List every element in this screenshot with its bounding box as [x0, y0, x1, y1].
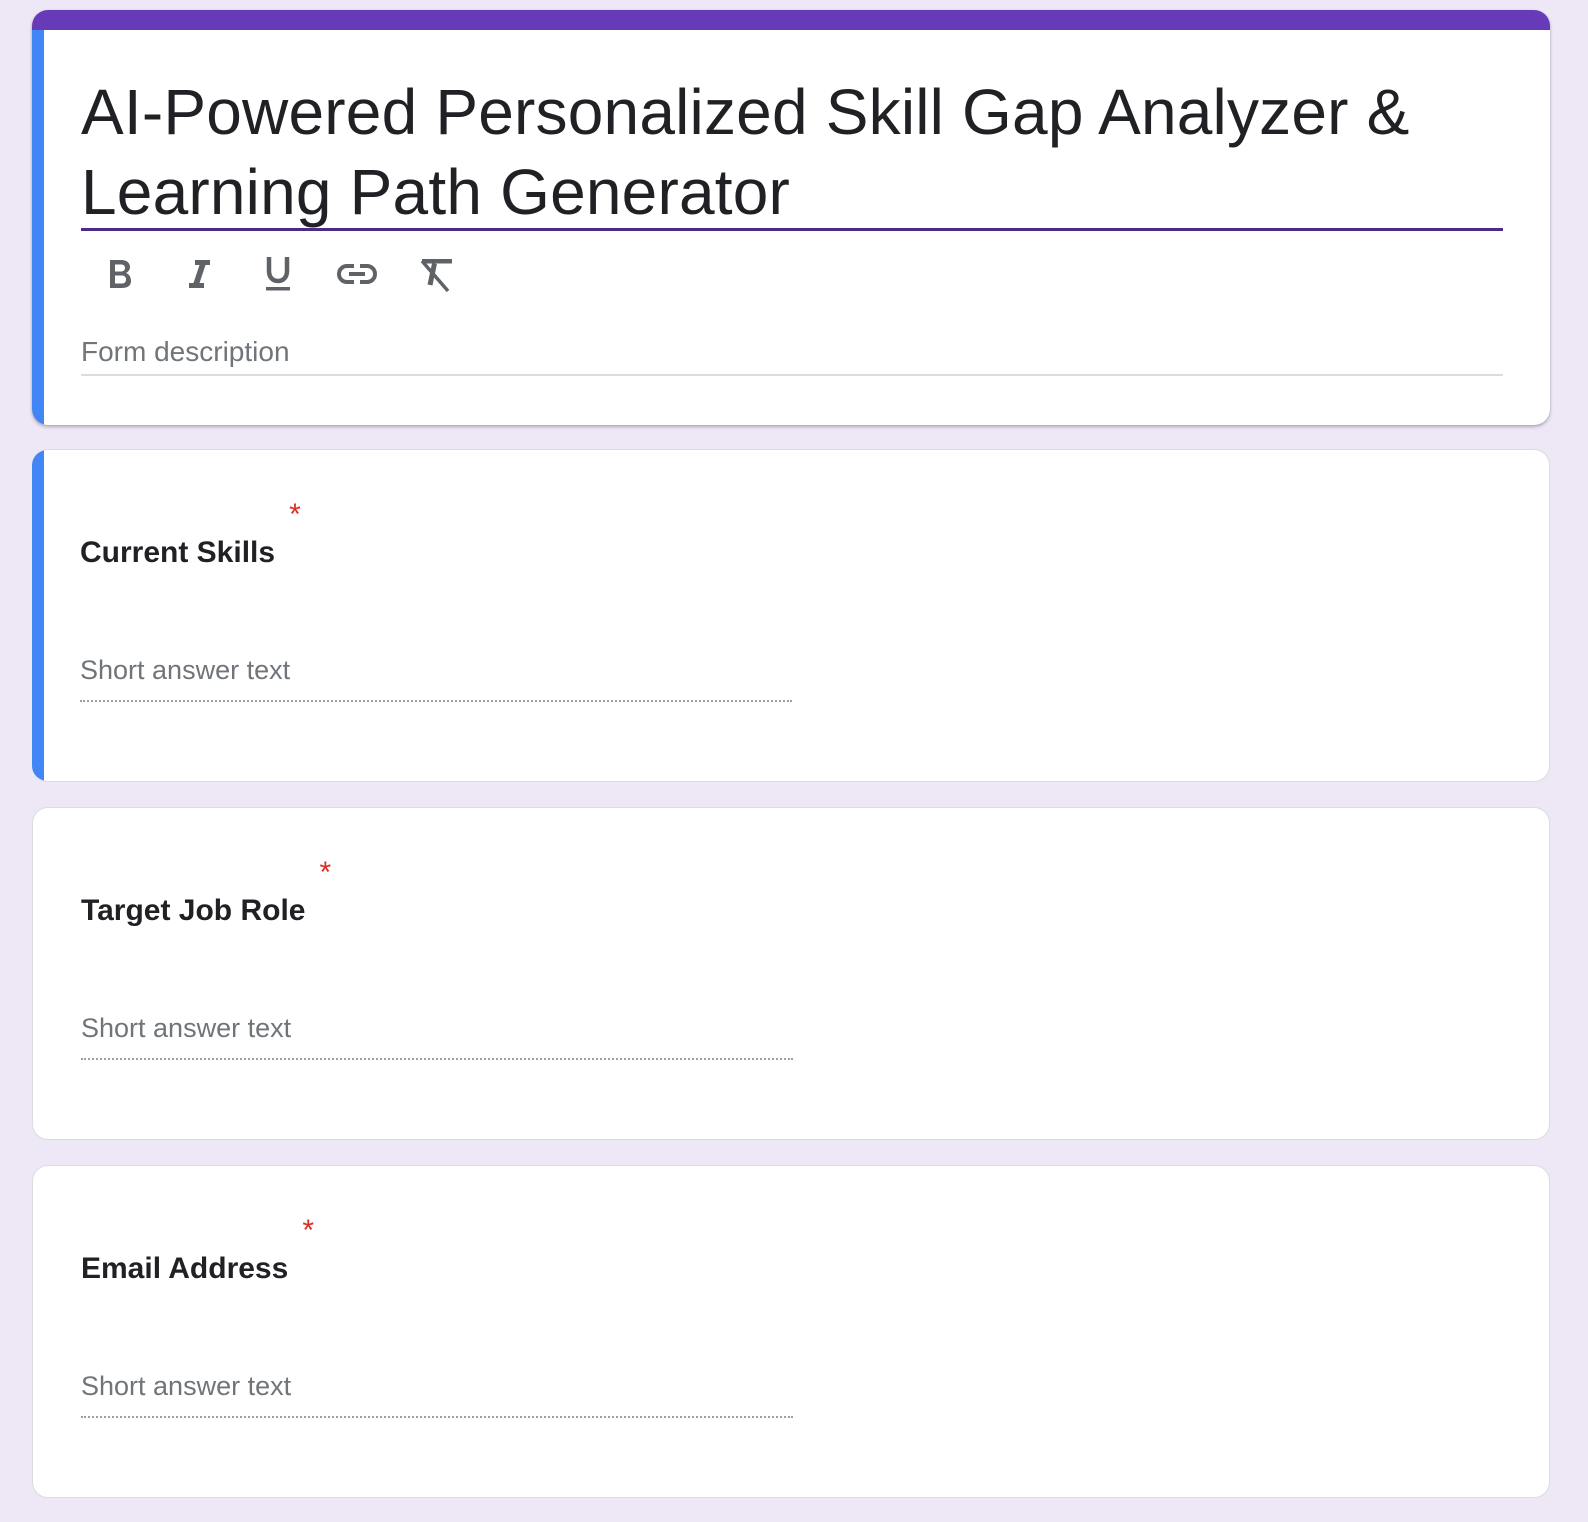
underline-icon[interactable]: [252, 248, 304, 300]
clear-formatting-icon[interactable]: [410, 248, 462, 300]
question-title[interactable]: Email Address *: [81, 1214, 314, 1288]
short-answer-placeholder: Short answer text: [81, 1371, 292, 1401]
short-answer-placeholder: Short answer text: [80, 655, 291, 685]
short-answer-underline: [80, 700, 792, 702]
question-title-text: Email Address: [81, 1252, 289, 1285]
link-icon[interactable]: [331, 248, 383, 300]
question-title[interactable]: Target Job Role *: [81, 856, 331, 930]
required-asterisk: *: [289, 498, 301, 531]
form-header-card[interactable]: AI-Powered Personalized Skill Gap Analyz…: [32, 10, 1550, 425]
required-asterisk: *: [319, 856, 332, 889]
short-answer-underline: [81, 1416, 793, 1418]
bold-icon[interactable]: [94, 248, 146, 300]
italic-icon[interactable]: [173, 248, 225, 300]
title-underline: [81, 228, 1503, 231]
short-answer-placeholder: Short answer text: [81, 1013, 292, 1043]
active-card-indicator: [32, 30, 44, 425]
required-asterisk: *: [302, 1214, 314, 1247]
question-title-text: Target Job Role: [81, 894, 306, 927]
active-card-indicator: [32, 450, 44, 781]
question-card[interactable]: Target Job Role * Short answer text: [32, 807, 1550, 1140]
short-answer-underline: [81, 1058, 793, 1060]
format-toolbar: [94, 248, 489, 300]
form-title-input[interactable]: AI-Powered Personalized Skill Gap Analyz…: [81, 72, 1503, 232]
theme-stripe: [32, 10, 1550, 30]
question-title-text: Current Skills: [80, 536, 276, 569]
question-card[interactable]: Email Address * Short answer text: [32, 1165, 1550, 1498]
form-description-input[interactable]: Form description: [81, 334, 290, 370]
question-title[interactable]: Current Skills *: [80, 498, 301, 572]
question-card[interactable]: Current Skills * Short answer text: [32, 449, 1550, 782]
description-underline: [81, 374, 1503, 376]
